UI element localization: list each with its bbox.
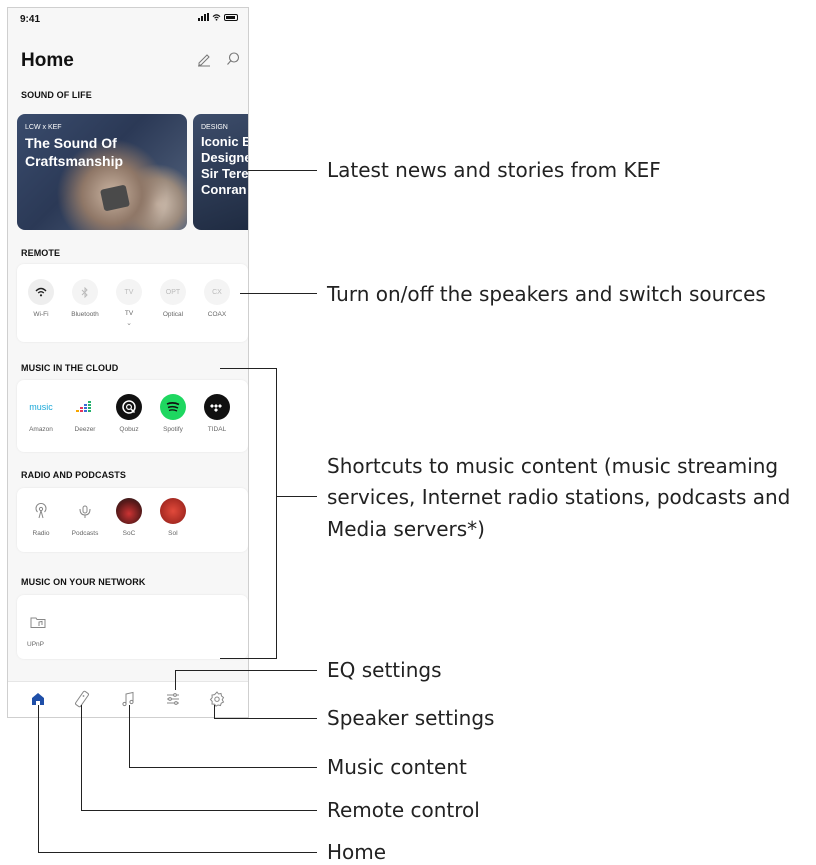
section-remote: REMOTE xyxy=(21,248,61,258)
radio-icon xyxy=(35,503,47,519)
sliders-icon[interactable] xyxy=(164,690,182,708)
callout-line-remote-control xyxy=(81,705,82,810)
tab-bar xyxy=(8,681,248,717)
callout-line-eq-h xyxy=(175,670,317,671)
annotation-remote: Turn on/off the speakers and switch sour… xyxy=(327,282,766,306)
section-music-cloud: MUSIC IN THE CLOUD xyxy=(21,363,119,373)
spotify-icon xyxy=(166,402,180,412)
callout-line-remote xyxy=(240,293,317,294)
story-card[interactable]: DESIGN Iconic B Designe Sir Tere Conran xyxy=(193,114,249,230)
deezer-icon xyxy=(76,401,91,412)
status-bar: 9:41 xyxy=(8,8,248,30)
annotation-shortcuts-2: services, Internet radio stations, podca… xyxy=(327,485,791,509)
radio-item[interactable]: Radio xyxy=(21,498,61,537)
story-headline: Iconic B Designe Sir Tere Conran xyxy=(201,134,249,197)
podcast-soc[interactable]: SoC xyxy=(109,498,149,537)
callout-line-music-h xyxy=(129,767,317,768)
callout-line-speaker-h xyxy=(214,718,317,719)
callout-line-shortcuts xyxy=(276,496,317,497)
radio-card: Radio Podcasts SoC SoI xyxy=(17,488,248,552)
service-amazon[interactable]: music Amazon xyxy=(21,394,61,433)
callout-line-music xyxy=(129,705,130,767)
gear-icon[interactable] xyxy=(208,690,226,708)
annotation-speaker: Speaker settings xyxy=(327,706,495,730)
bracket-vertical xyxy=(276,368,277,659)
annotation-home: Home xyxy=(327,840,387,864)
music-note-icon[interactable] xyxy=(119,690,137,708)
service-spotify[interactable]: Spotify xyxy=(153,394,193,433)
source-bluetooth[interactable]: Bluetooth xyxy=(65,279,105,318)
upnp-item[interactable]: UPnP xyxy=(21,609,61,648)
annotation-shortcuts-3: Media servers*) xyxy=(327,517,485,541)
service-qobuz[interactable]: Qobuz xyxy=(109,394,149,433)
callout-line-remote-control-h xyxy=(81,810,317,811)
podcast-cover-image xyxy=(116,498,142,524)
callout-line-eq xyxy=(175,670,176,690)
podcast-icon xyxy=(79,505,91,518)
phone-screen: 9:41 Home SOUND OF LIFE LCW x KEF The So… xyxy=(7,7,249,718)
network-card: UPnP xyxy=(17,595,248,659)
remote-card: Wi-Fi Bluetooth TV TV ⌄ OPT Optical CX C… xyxy=(17,264,248,342)
bracket-bottom xyxy=(220,658,277,659)
pencil-icon[interactable] xyxy=(196,51,212,67)
section-sound-of-life: SOUND OF LIFE xyxy=(21,90,92,100)
wifi-status-icon xyxy=(212,13,221,21)
source-coax[interactable]: CX COAX xyxy=(197,279,237,318)
qobuz-icon xyxy=(122,400,136,414)
service-deezer[interactable]: Deezer xyxy=(65,394,105,433)
bluetooth-icon xyxy=(81,286,88,298)
annotation-remote-control: Remote control xyxy=(327,798,480,822)
annotation-music: Music content xyxy=(327,755,467,779)
wifi-icon xyxy=(35,287,47,297)
bracket-top xyxy=(220,368,277,369)
callout-line-home-h xyxy=(38,852,317,853)
story-tag: DESIGN xyxy=(201,124,228,131)
section-radio: RADIO AND PODCASTS xyxy=(21,470,126,480)
status-time: 9:41 xyxy=(20,14,41,25)
callout-line-home xyxy=(38,705,39,853)
service-tidal[interactable]: TIDAL xyxy=(197,394,237,433)
section-network: MUSIC ON YOUR NETWORK xyxy=(21,577,146,587)
remote-icon[interactable] xyxy=(73,690,91,708)
story-tag: LCW x KEF xyxy=(25,124,62,131)
podcasts-item[interactable]: Podcasts xyxy=(65,498,105,537)
annotation-eq: EQ settings xyxy=(327,658,442,682)
battery-icon xyxy=(224,13,238,21)
podcast-cover-image xyxy=(160,498,186,524)
signal-icon xyxy=(198,13,209,21)
callout-line-news xyxy=(247,170,317,171)
source-tv[interactable]: TV TV ⌄ xyxy=(109,279,149,327)
story-headline: The Sound Of Craftsmanship xyxy=(25,135,124,169)
podcast-soi[interactable]: SoI xyxy=(153,498,193,537)
story-card[interactable]: LCW x KEF The Sound Of Craftsmanship xyxy=(17,114,187,230)
folder-music-icon xyxy=(30,617,46,628)
tidal-icon xyxy=(210,404,222,412)
annotation-news: Latest news and stories from KEF xyxy=(327,158,661,182)
speaker-remote-image xyxy=(99,184,131,212)
search-icon[interactable] xyxy=(225,51,241,67)
chevron-down-icon[interactable]: ⌄ xyxy=(109,319,149,327)
amazon-music-icon: music xyxy=(28,394,54,420)
source-wifi[interactable]: Wi-Fi xyxy=(21,279,61,318)
annotation-shortcuts-1: Shortcuts to music content (music stream… xyxy=(327,454,779,478)
callout-line-speaker xyxy=(214,705,215,718)
page-title: Home xyxy=(21,50,74,71)
source-optical[interactable]: OPT Optical xyxy=(153,279,193,318)
cloud-card: music Amazon Deezer Qobuz Spotify TIDAL xyxy=(17,380,248,452)
